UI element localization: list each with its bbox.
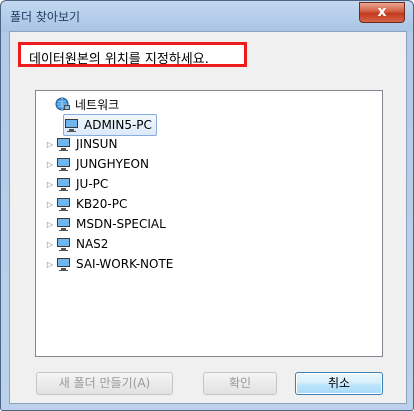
expand-arrow-icon[interactable]: ▷ [46,180,54,189]
expand-arrow-icon[interactable]: ▷ [46,160,54,169]
tree-item-sai-work-note[interactable]: ▷ SAI-WORK-NOTE [46,254,173,274]
computer-icon [65,118,78,132]
tree-item-label: ADMIN5-PC [84,118,152,132]
close-icon: x [377,4,387,20]
expand-arrow-icon[interactable]: ▷ [46,260,54,269]
tree-item-msdn-special[interactable]: ▷ MSDN-SPECIAL [46,214,166,234]
new-folder-button[interactable]: 새 폴더 만들기(A) [36,372,173,395]
window-title: 폴더 찾아보기 [10,10,81,24]
network-icon [55,97,70,110]
tree-item-admin5-pc[interactable]: ADMIN5-PC [63,114,157,136]
tree-item-label: JUNGHYEON [76,157,149,171]
tree-item-junghyeon[interactable]: ▷ JUNGHYEON [46,154,149,174]
dialog-body: 데이터원본의 위치를 지정하세요. 네트워크 ADMIN5-PC ▷ JINSU… [9,31,407,404]
ok-button[interactable]: 확인 [203,372,277,395]
tree-item-jinsun[interactable]: ▷ JINSUN [46,134,118,154]
computer-icon [57,257,70,271]
folder-tree[interactable]: 네트워크 ADMIN5-PC ▷ JINSUN ▷ JUNGHYEON ▷ JU… [35,90,383,357]
computer-icon [57,237,70,251]
tree-item-label: NAS2 [76,237,109,251]
tree-item-label: MSDN-SPECIAL [76,217,166,231]
computer-icon [57,217,70,231]
tree-item-kb20-pc[interactable]: ▷ KB20-PC [46,194,127,214]
computer-icon [57,177,70,191]
tree-item-label: SAI-WORK-NOTE [76,257,174,271]
expand-arrow-icon[interactable]: ▷ [46,220,54,229]
tree-item-nas2[interactable]: ▷ NAS2 [46,234,109,254]
instruction-text: 데이터원본의 위치를 지정하세요. [18,42,247,67]
computer-icon [57,197,70,211]
tree-root-network[interactable]: 네트워크 [54,94,119,114]
expand-arrow-icon[interactable]: ▷ [46,200,54,209]
computer-icon [57,137,70,151]
tree-item-label: JINSUN [76,137,118,151]
tree-root-label: 네트워크 [75,97,120,112]
expand-arrow-icon[interactable]: ▷ [46,240,54,249]
expand-arrow-icon[interactable]: ▷ [46,140,54,149]
title-bar[interactable]: 폴더 찾아보기 x [1,1,413,31]
tree-item-label: KB20-PC [76,197,128,211]
tree-item-ju-pc[interactable]: ▷ JU-PC [46,174,108,194]
cancel-button[interactable]: 취소 [295,372,383,395]
close-button[interactable]: x [359,2,405,23]
computer-icon [57,157,70,171]
folder-browser-dialog: 폴더 찾아보기 x 데이터원본의 위치를 지정하세요. 네트워크 ADMIN5-… [0,0,414,411]
tree-item-label: JU-PC [76,177,109,191]
